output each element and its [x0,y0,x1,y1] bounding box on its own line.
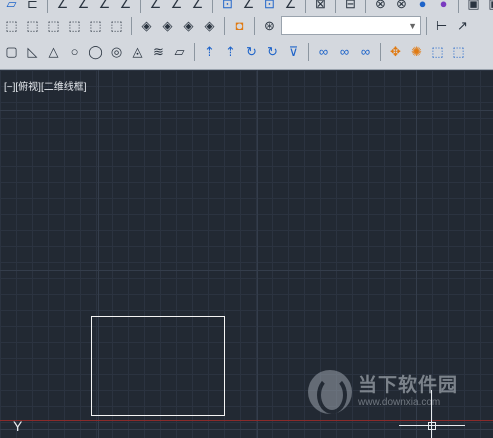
helix-icon[interactable]: ≋ [149,42,168,61]
torus-icon[interactable]: ◎ [107,42,126,61]
intersect-icon[interactable]: ∞ [356,42,375,61]
watermark: 当下软件园 www.downxia.com [308,370,493,420]
toolbar-separator [308,42,309,61]
realistic-icon[interactable]: ● [413,0,432,13]
pyramid-icon[interactable]: ◬ [128,42,147,61]
cone-icon[interactable]: △ [44,42,63,61]
x-axis-line [0,420,493,421]
viewport-controls-label[interactable]: [−][俯视][二维线框] [4,78,87,93]
ucs-previous-icon[interactable]: ⊏ [23,0,42,13]
ucs-apply-icon[interactable]: ⊡ [218,0,237,13]
rectangle-object[interactable] [91,316,225,416]
3d-move-icon[interactable]: ✥ [386,42,405,61]
ucs-view-icon[interactable]: ∠ [116,0,135,13]
render-icon[interactable]: ▣ [464,0,483,13]
3d-align-icon[interactable]: ⬚ [428,42,447,61]
3d-array-icon[interactable]: ⬚ [449,42,468,61]
wireframe-icon[interactable]: ⊗ [371,0,390,13]
ucs-named-icon[interactable]: ∠ [239,0,258,13]
camera-icon[interactable]: ◘ [230,16,249,35]
ucs-manager-icon[interactable]: ⊠ [311,0,330,13]
render-options-icon[interactable]: ▣ [485,0,493,13]
ucs-icon[interactable]: ▱ [2,0,21,13]
grid-major-line [257,70,258,438]
ucs-zaxis-icon[interactable]: ∠ [281,0,300,13]
3d-rotate-icon[interactable]: ✺ [407,42,426,61]
aligned-dimension-icon[interactable]: ↗ [453,16,472,35]
wedge-icon[interactable]: ◺ [23,42,42,61]
sweep-icon[interactable]: ↻ [242,42,261,61]
view-cube-right-icon[interactable]: ⬚ [65,16,84,35]
visual-styles-icon[interactable]: ⊟ [341,0,360,13]
toolbar-separator [426,16,427,35]
presspull-icon[interactable]: ⇡ [221,42,240,61]
chevron-down-icon: ▼ [408,21,417,31]
planar-surface-icon[interactable]: ▱ [170,42,189,61]
ucs-world-icon[interactable]: ∠ [53,0,72,13]
ucs-y-label: Y [13,418,23,434]
ucs-z-icon[interactable]: ∠ [188,0,207,13]
grid-major-line [0,429,493,430]
loft-icon[interactable]: ⊽ [284,42,303,61]
toolbar-separator [335,0,336,13]
revolve-icon[interactable]: ↻ [263,42,282,61]
layer-previous-icon[interactable]: ⊛ [260,16,279,35]
grid-major-line [0,110,493,111]
linear-dimension-icon[interactable]: ⊢ [432,16,451,35]
toolbar-area: ▱ ⊏ ∠ ∠ ∠ ∠ ∠ ∠ ∠ ⊡ ∠ ⊡ ∠ ⊠ ⊟ ⊗ ⊗ ● ● ▣ … [0,0,493,70]
toolbar-separator [254,16,255,35]
box-icon[interactable]: ▢ [2,42,21,61]
toolbar-row-2: ⬚ ⬚ ⬚ ⬚ ⬚ ⬚ ◈ ◈ ◈ ◈ ◘ ⊛ ▼ ⊢ ↗ [0,14,493,37]
toolbar-separator [194,42,195,61]
toolbar-separator [305,0,306,13]
extrude-icon[interactable]: ⇡ [200,42,219,61]
sw-iso-icon[interactable]: ◈ [137,16,156,35]
ucs-origin-icon[interactable]: ⊡ [260,0,279,13]
conceptual-icon[interactable]: ● [434,0,453,13]
watermark-url: www.downxia.com [358,397,441,408]
view-cube-back-icon[interactable]: ⬚ [107,16,126,35]
ucs-object-icon[interactable]: ∠ [74,0,93,13]
crosshair-vertical [431,390,432,438]
watermark-title: 当下软件园 [358,375,459,396]
ucs-x-icon[interactable]: ∠ [146,0,165,13]
toolbar-separator [47,0,48,13]
view-cube-bottom-icon[interactable]: ⬚ [23,16,42,35]
cylinder-icon[interactable]: ◯ [86,42,105,61]
toolbar-row-3: ▢ ◺ △ ○ ◯ ◎ ◬ ≋ ▱ ⇡ ⇡ ↻ ↻ ⊽ ∞ ∞ ∞ ✥ ✺ ⬚ … [0,40,493,63]
view-cube-top-icon[interactable]: ⬚ [2,16,21,35]
ne-iso-icon[interactable]: ◈ [179,16,198,35]
nw-iso-icon[interactable]: ◈ [200,16,219,35]
toolbar-separator [140,0,141,13]
toolbar-separator [380,42,381,61]
se-iso-icon[interactable]: ◈ [158,16,177,35]
watermark-logo [308,370,352,414]
toolbar-separator [131,16,132,35]
view-cube-front-icon[interactable]: ⬚ [86,16,105,35]
toolbar-separator [458,0,459,13]
layer-combo[interactable]: ▼ [281,16,421,35]
toolbar-separator [365,0,366,13]
hidden-icon[interactable]: ⊗ [392,0,411,13]
toolbar-row-1: ▱ ⊏ ∠ ∠ ∠ ∠ ∠ ∠ ∠ ⊡ ∠ ⊡ ∠ ⊠ ⊟ ⊗ ⊗ ● ● ▣ … [0,0,493,15]
ucs-y-icon[interactable]: ∠ [167,0,186,13]
sphere-icon[interactable]: ○ [65,42,84,61]
union-icon[interactable]: ∞ [314,42,333,61]
view-cube-left-icon[interactable]: ⬚ [44,16,63,35]
toolbar-separator [224,16,225,35]
ucs-face-icon[interactable]: ∠ [95,0,114,13]
crosshair-pickbox [428,422,436,430]
grid-major-line [0,270,493,271]
subtract-icon[interactable]: ∞ [335,42,354,61]
drawing-canvas[interactable]: [−][俯视][二维线框] Y 当下软件园 www.downxia.com [0,70,493,438]
toolbar-separator [212,0,213,13]
